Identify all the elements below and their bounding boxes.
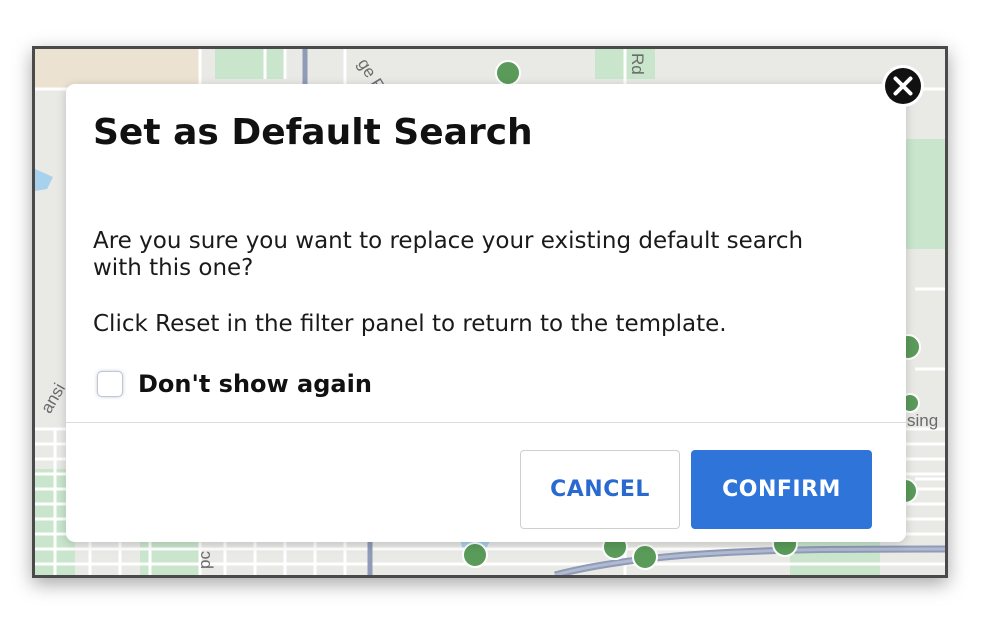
close-dialog-button[interactable] xyxy=(880,63,926,109)
confirm-button[interactable]: CONFIRM xyxy=(691,450,872,529)
dialog-title: Set as Default Search xyxy=(93,112,533,153)
dont-show-again-checkbox[interactable] xyxy=(97,371,123,397)
cancel-button[interactable]: CANCEL xyxy=(520,450,680,529)
map-road-label: pc xyxy=(195,551,214,569)
map-road-label: Rd xyxy=(628,53,647,75)
dont-show-again-option[interactable]: Don't show again xyxy=(97,370,372,398)
dialog-divider xyxy=(66,422,906,423)
dont-show-again-label: Don't show again xyxy=(138,370,372,398)
dialog-hint: Click Reset in the filter panel to retur… xyxy=(93,311,727,337)
screen: ge Ro Rd ansi sing pc Set as Default Sea… xyxy=(0,0,1008,624)
set-default-search-dialog: Set as Default Search Are you sure you w… xyxy=(66,84,906,542)
close-x-icon xyxy=(882,65,924,107)
dialog-message: Are you sure you want to replace your ex… xyxy=(93,228,804,281)
map-road-label: sing xyxy=(907,411,939,430)
